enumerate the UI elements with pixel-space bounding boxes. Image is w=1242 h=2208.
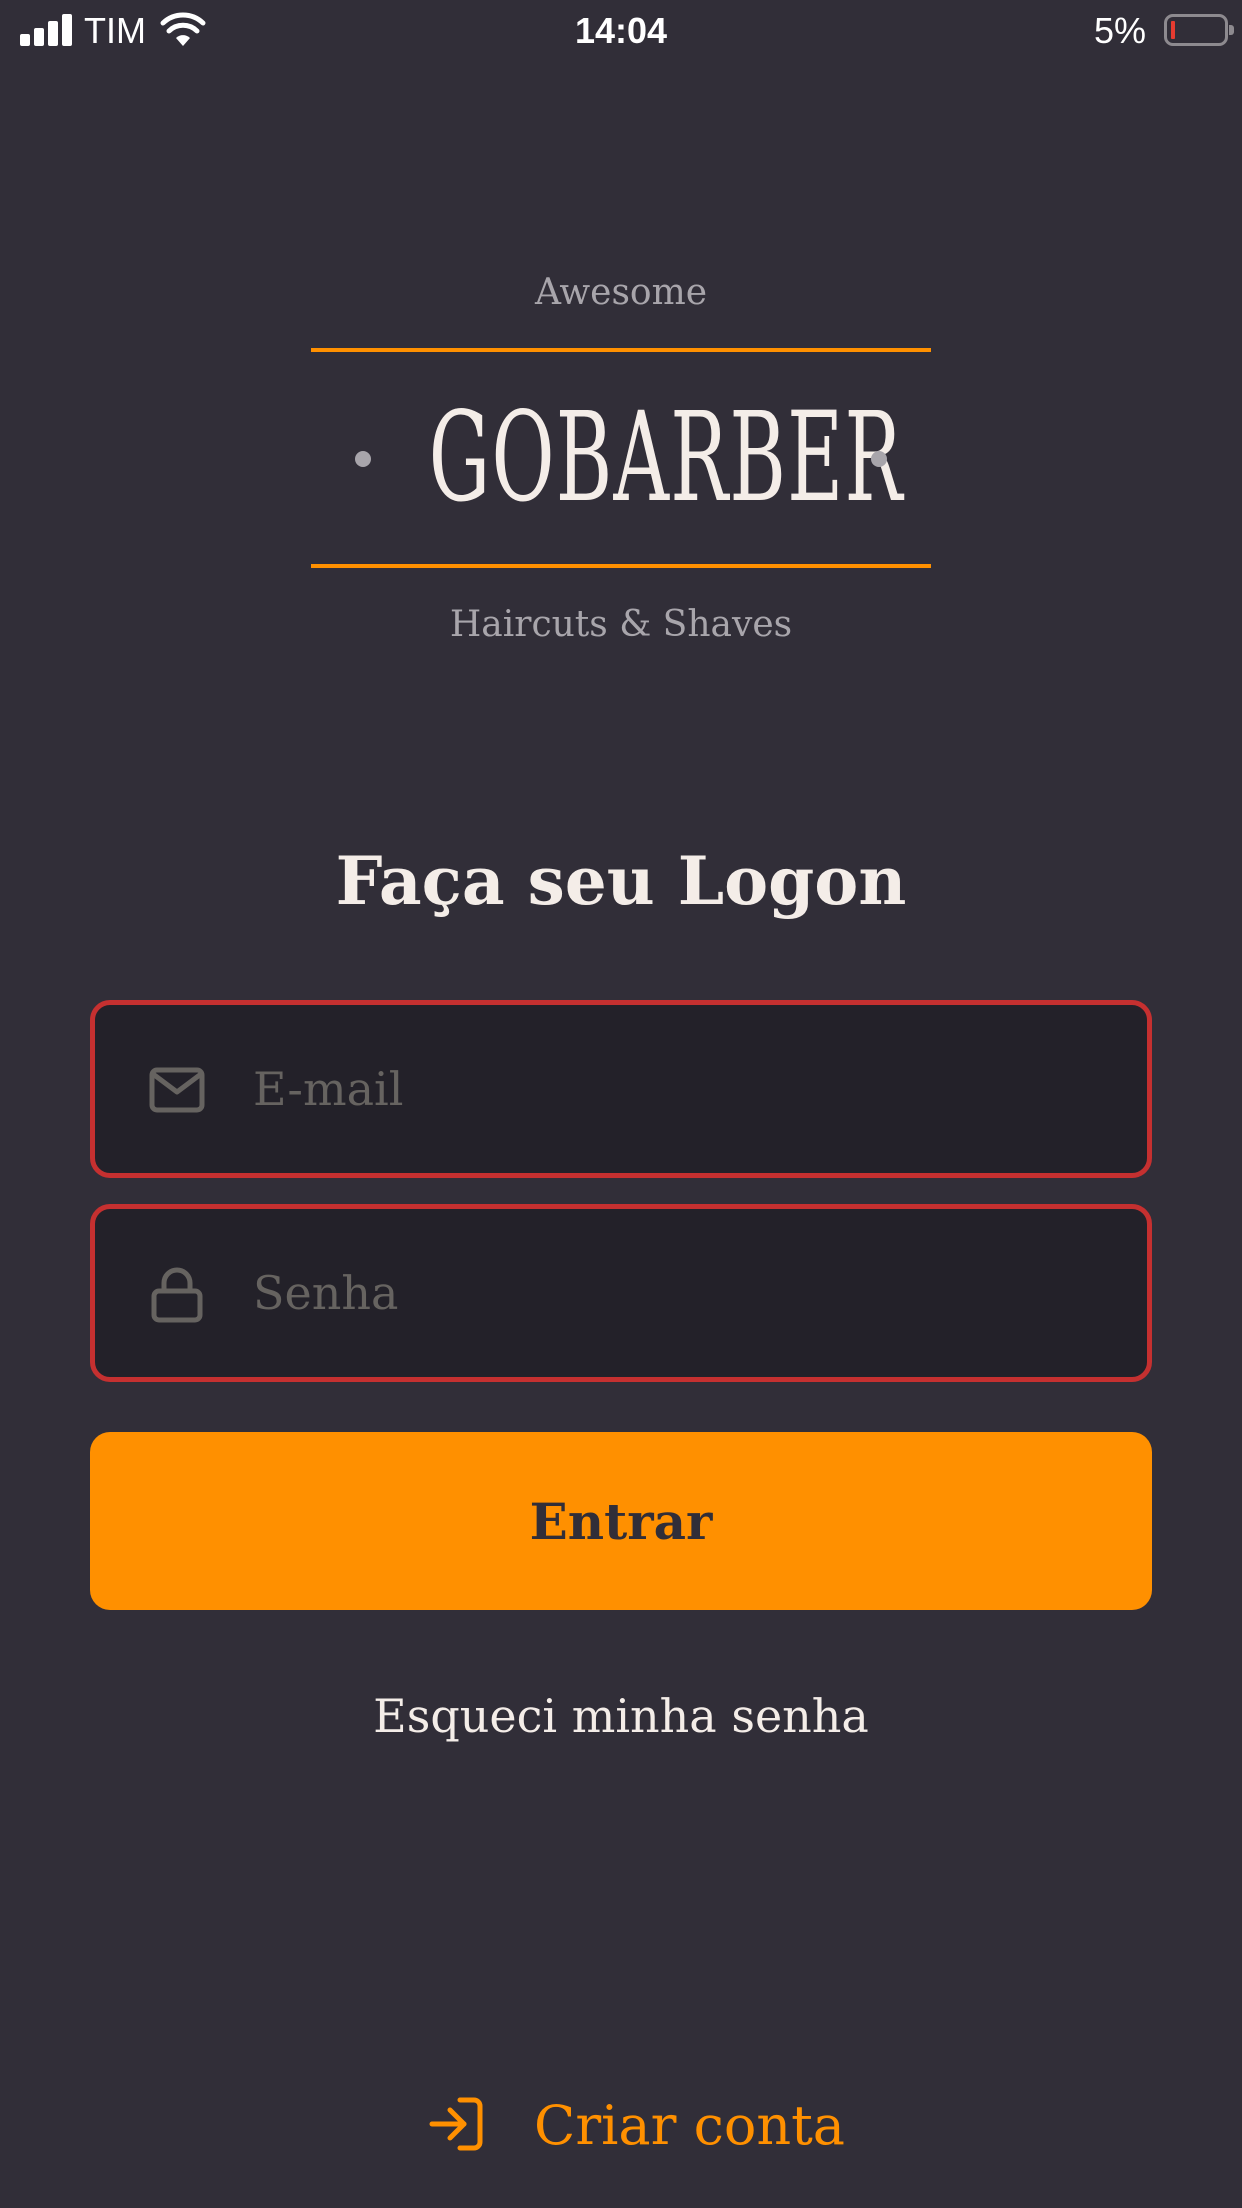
logo-wordmark: GOBARBER: [428, 386, 904, 530]
lock-icon: [151, 1267, 203, 1323]
forgot-password-link[interactable]: Esqueci minha senha: [0, 1684, 1242, 1748]
page-title: Faça seu Logon: [335, 842, 907, 920]
password-input[interactable]: [253, 1209, 1113, 1377]
log-in-icon: [429, 2097, 483, 2151]
battery-icon: [1164, 14, 1234, 46]
email-input[interactable]: [253, 1005, 1113, 1173]
login-button[interactable]: Entrar: [90, 1432, 1152, 1610]
status-bar: TIM 14:04 5%: [0, 0, 1242, 64]
create-account-button[interactable]: Criar conta: [420, 2086, 845, 2166]
logo-tagline-bottom: Haircuts & Shaves: [449, 604, 793, 645]
logo-tagline-top: Awesome: [534, 272, 708, 313]
battery-percentage: 5%: [1093, 10, 1146, 51]
logo-left-dot: [355, 451, 371, 467]
logo-bottom-rule: [311, 564, 931, 568]
create-account-label: Criar conta: [534, 2094, 846, 2157]
password-field[interactable]: [90, 1204, 1152, 1382]
logo-top-rule: [311, 348, 931, 352]
mail-icon: [149, 1067, 205, 1113]
logo-right-dot: [871, 451, 887, 467]
gobarber-logo: Awesome GOBARBER Haircuts & Shaves: [311, 260, 931, 660]
battery-level: [1171, 21, 1175, 39]
email-field[interactable]: [90, 1000, 1152, 1178]
clock: 14:04: [574, 10, 668, 51]
